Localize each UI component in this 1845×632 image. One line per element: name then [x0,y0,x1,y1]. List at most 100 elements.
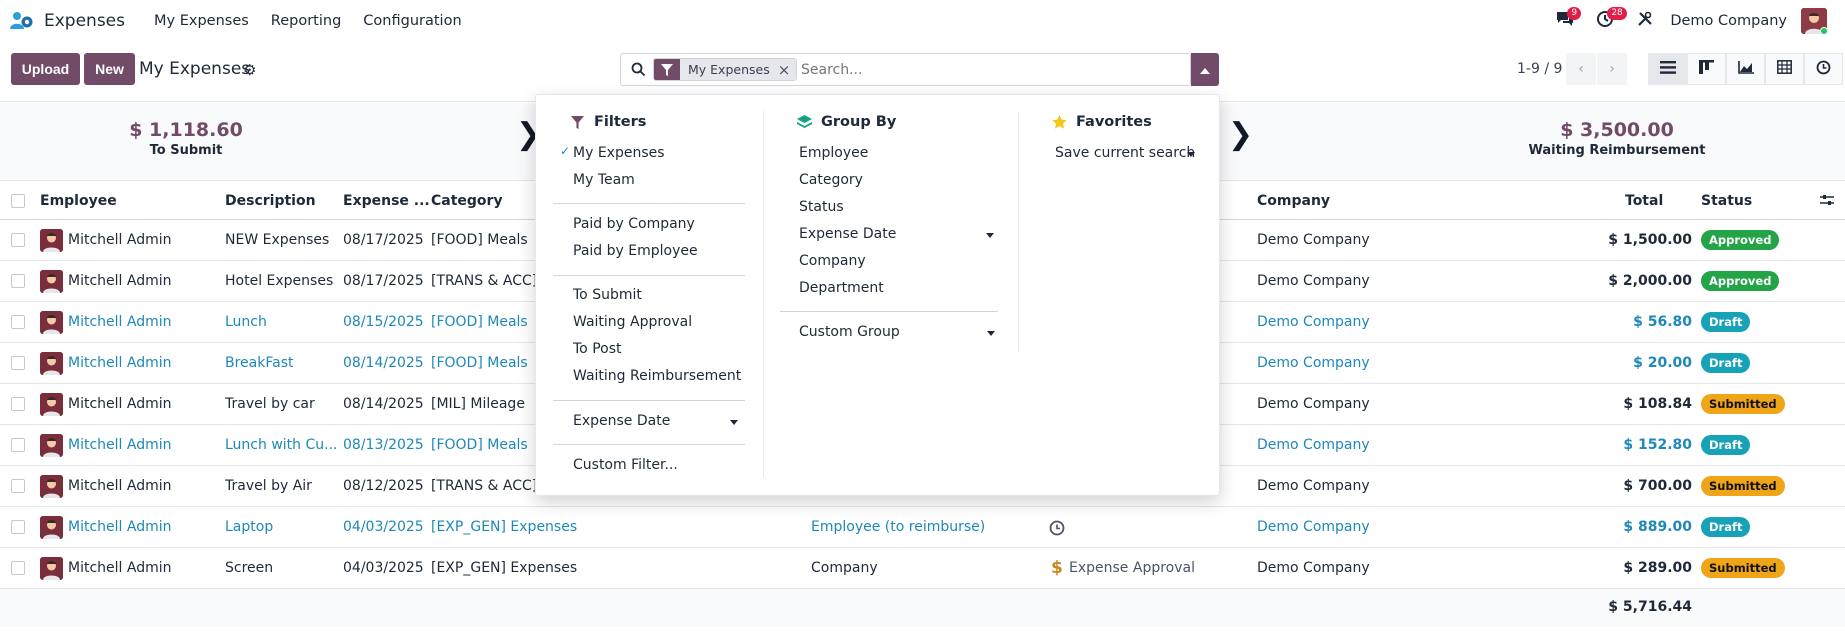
messages-button[interactable]: 9 [1550,6,1582,36]
cell-total[interactable]: $ 56.80 [1633,314,1692,330]
cell-employee[interactable]: Mitchell Admin [68,355,218,371]
cell-description[interactable]: Laptop [225,519,337,535]
cell-employee[interactable]: Mitchell Admin [68,273,218,289]
cell-activity[interactable]: Expense Approval [1069,560,1209,576]
dollar-icon[interactable]: $ [1051,558,1063,578]
cell-company[interactable]: Demo Company [1257,396,1407,412]
remove-facet-icon[interactable]: × [777,59,797,80]
cell-description[interactable]: Hotel Expenses [225,273,337,289]
cell-description[interactable]: BreakFast [225,355,337,371]
gear-icon[interactable]: ⚙ [243,61,256,79]
cell-total[interactable]: $ 20.00 [1633,355,1692,371]
cell-category[interactable]: [EXP_GEN] Expenses [431,560,591,576]
row-checkbox[interactable] [11,274,25,288]
cell-company[interactable]: Demo Company [1257,314,1407,330]
pager-previous-button[interactable]: ‹ [1566,53,1596,85]
debug-tools-button[interactable] [1630,6,1660,36]
cell-expense-date[interactable]: 04/03/2025 [343,560,427,576]
activity-view-button[interactable] [1804,53,1843,85]
cell-company[interactable]: Demo Company [1257,355,1407,371]
filter-paid-by-company[interactable]: Paid by Company [573,216,695,232]
table-row[interactable]: Mitchell Admin Laptop 04/03/2025 [EXP_GEN] … [0,507,1845,548]
caret-down-icon[interactable] [730,420,738,425]
cell-category[interactable]: [EXP_GEN] Expenses [431,519,591,535]
company-switcher[interactable]: Demo Company [1670,13,1787,29]
cell-employee[interactable]: Mitchell Admin [68,519,218,535]
pivot-view-button[interactable] [1765,53,1804,85]
cell-total[interactable]: $ 108.84 [1623,396,1692,412]
menu-my-expenses[interactable]: My Expenses [154,13,249,29]
menu-configuration[interactable]: Configuration [363,13,461,29]
cell-expense-date[interactable]: 08/12/2025 [343,478,427,494]
cell-paid-by[interactable]: Company [811,560,1011,576]
select-all-checkbox[interactable] [11,194,25,208]
graph-view-button[interactable] [1726,53,1765,85]
col-expense-date[interactable]: Expense ... [343,193,430,209]
filter-paid-by-employee[interactable]: Paid by Employee [573,243,698,259]
cell-total[interactable]: $ 1,500.00 [1608,232,1692,248]
activities-button[interactable]: 28 [1590,6,1627,36]
cell-description[interactable]: Travel by car [225,396,337,412]
groupby-category[interactable]: Category [799,172,863,188]
row-checkbox[interactable] [11,479,25,493]
save-current-search[interactable]: Save current search [1055,145,1195,161]
app-brand[interactable]: Expenses [10,11,143,31]
menu-reporting[interactable]: Reporting [271,13,342,29]
summary-to-submit[interactable]: $ 1,118.60 To Submit [118,119,254,158]
cell-expense-date[interactable]: 08/13/2025 [343,437,427,453]
row-checkbox[interactable] [11,397,25,411]
cell-total[interactable]: $ 152.80 [1623,437,1692,453]
pager-value[interactable]: 1-9 / 9 [1517,61,1562,77]
cell-employee[interactable]: Mitchell Admin [68,396,218,412]
filter-waiting-reimbursement[interactable]: Waiting Reimbursement [573,368,741,384]
new-button[interactable]: New [84,53,135,85]
caret-down-icon[interactable] [987,331,995,336]
upload-button[interactable]: Upload [11,53,80,85]
cell-description[interactable]: Travel by Air [225,478,337,494]
groupby-expense-date[interactable]: Expense Date [799,226,896,242]
cell-employee[interactable]: Mitchell Admin [68,478,218,494]
custom-group-select[interactable]: Custom Group [799,324,900,340]
col-total[interactable]: Total [1625,193,1663,209]
summary-waiting-reimbursement[interactable]: $ 3,500.00 Waiting Reimbursement [1524,119,1710,158]
col-category[interactable]: Category [431,193,503,209]
cell-company[interactable]: Demo Company [1257,273,1407,289]
groupby-company[interactable]: Company [799,253,866,269]
search-bar[interactable]: My Expenses × [620,53,1191,86]
col-description[interactable]: Description [225,193,316,209]
filter-waiting-approval[interactable]: Waiting Approval [573,314,692,330]
caret-down-icon[interactable] [986,233,994,238]
cell-employee[interactable]: Mitchell Admin [68,437,218,453]
cell-description[interactable]: Screen [225,560,337,576]
custom-filter-link[interactable]: Custom Filter... [573,457,678,473]
cell-description[interactable]: Lunch with Cu... [225,437,337,453]
row-checkbox[interactable] [11,315,25,329]
cell-expense-date[interactable]: 08/17/2025 [343,273,427,289]
cell-employee[interactable]: Mitchell Admin [68,314,218,330]
cell-description[interactable]: Lunch [225,314,337,330]
caret-down-icon[interactable] [1187,152,1195,157]
cell-expense-date[interactable]: 08/14/2025 [343,355,427,371]
groupby-status[interactable]: Status [799,199,844,215]
cell-company[interactable]: Demo Company [1257,560,1407,576]
cell-expense-date[interactable]: 04/03/2025 [343,519,427,535]
cell-description[interactable]: NEW Expenses [225,232,337,248]
cell-total[interactable]: $ 289.00 [1623,560,1692,576]
cell-total[interactable]: $ 700.00 [1623,478,1692,494]
col-status[interactable]: Status [1701,193,1752,209]
row-checkbox[interactable] [11,438,25,452]
cell-expense-date[interactable]: 08/15/2025 [343,314,427,330]
col-employee[interactable]: Employee [40,193,117,209]
table-row[interactable]: Mitchell Admin Screen 04/03/2025 [EXP_GEN] … [0,548,1845,589]
user-avatar[interactable] [1801,8,1827,34]
cell-total[interactable]: $ 889.00 [1623,519,1692,535]
groupby-department[interactable]: Department [799,280,884,296]
cell-company[interactable]: Demo Company [1257,478,1407,494]
search-options-toggle[interactable] [1191,53,1219,86]
groupby-employee[interactable]: Employee [799,145,868,161]
cell-expense-date[interactable]: 08/14/2025 [343,396,427,412]
row-checkbox[interactable] [11,233,25,247]
cell-employee[interactable]: Mitchell Admin [68,560,218,576]
cell-company[interactable]: Demo Company [1257,232,1407,248]
filter-expense-date[interactable]: Expense Date [573,413,670,429]
